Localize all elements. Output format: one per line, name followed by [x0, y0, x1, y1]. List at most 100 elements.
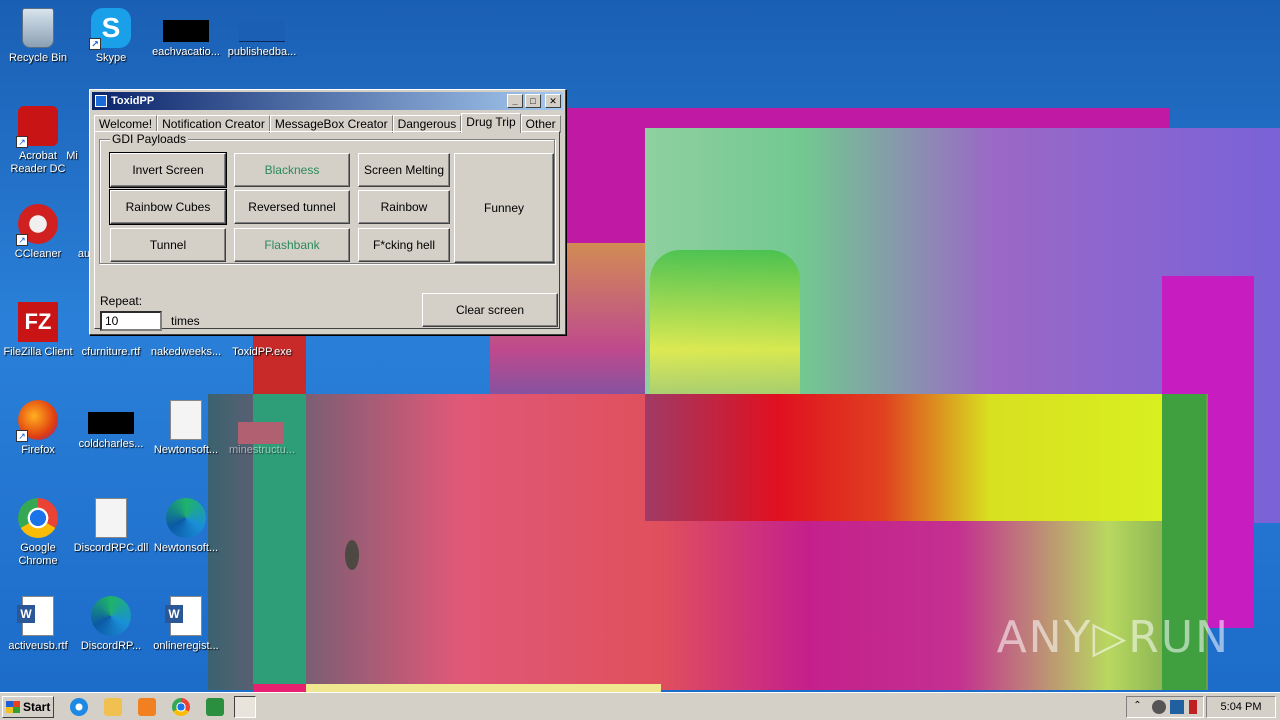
screen-melting-button[interactable]: Screen Melting	[358, 153, 450, 187]
desktop-icon-word[interactable]: onlineregist...	[148, 596, 224, 653]
wallpaper-logo-green	[650, 250, 800, 500]
tab-panel-drug-trip: GDI Payloads Invert Screen Blackness Scr…	[94, 131, 560, 331]
close-button[interactable]: ✕	[545, 94, 561, 108]
repeat-count-input[interactable]	[100, 311, 162, 331]
flag-icon[interactable]	[1188, 700, 1197, 714]
desktop-icon-label: activeusb.rtf	[8, 640, 68, 652]
gdi-payloads-group: GDI Payloads Invert Screen Blackness Scr…	[99, 132, 555, 264]
desktop-icon-label: Recycle Bin	[8, 52, 68, 64]
app-icon[interactable]	[206, 698, 224, 716]
internet-explorer-icon[interactable]	[70, 698, 88, 716]
taskbar: Start ⌃ 5:04 PM	[0, 692, 1280, 720]
group-label: GDI Payloads	[110, 132, 189, 146]
desktop-icon-label: onlineregist...	[153, 640, 219, 652]
desktop-icon-label: Skype	[95, 52, 127, 64]
edge-icon	[91, 596, 131, 636]
desktop-icon-file[interactable]: coldcharles...	[73, 400, 149, 451]
chrome-icon[interactable]	[172, 698, 190, 716]
desktop-icon-partial[interactable]: Mi	[52, 106, 92, 163]
desktop-icon-dll[interactable]: DiscordRPC.dll	[73, 498, 149, 555]
start-label: Start	[23, 700, 51, 714]
file-explorer-icon[interactable]	[104, 698, 122, 716]
shortcut-arrow-icon: ↗	[16, 430, 28, 442]
start-button[interactable]: Start	[2, 696, 54, 718]
word-document-icon	[17, 596, 54, 636]
word-document-icon	[165, 596, 202, 636]
minimize-button[interactable]: _	[507, 94, 523, 108]
skype-icon: S ↗	[89, 8, 131, 50]
rainbow-button[interactable]: Rainbow	[358, 190, 450, 224]
tab-strip: Welcome! Notification Creator MessageBox…	[94, 113, 561, 133]
repeat-label: Repeat:	[100, 294, 143, 308]
file-icon	[163, 20, 209, 42]
desktop-icon-label: DiscordRPC.dll	[73, 542, 149, 554]
desktop-icon-label: FileZilla Client	[3, 346, 73, 358]
desktop-icon-dll[interactable]: Newtonsoft...	[148, 400, 224, 457]
desktop-icon-label: nakedweeks...	[150, 346, 222, 358]
file-icon	[242, 400, 282, 440]
system-tray: ⌃	[1126, 696, 1204, 718]
desktop-icon-edge-file[interactable]: Newtonsoft...	[148, 498, 224, 555]
invert-screen-button[interactable]: Invert Screen	[109, 152, 227, 188]
tab-drug-trip[interactable]: Drug Trip	[461, 113, 521, 133]
toxidpp-window[interactable]: ToxidPP _ □ ✕ Welcome! Notification Crea…	[89, 89, 566, 335]
desktop-icon-file[interactable]: eachvacatio...	[148, 8, 224, 59]
network-icon[interactable]	[1170, 700, 1185, 714]
config-file-icon	[170, 400, 202, 440]
chevron-up-icon[interactable]: ⌃	[1133, 700, 1147, 714]
clock[interactable]: 5:04 PM	[1206, 696, 1276, 718]
glitch-block-red-yellow	[645, 394, 1175, 521]
glitch-block-pink	[1162, 276, 1254, 628]
desktop-icon-chrome[interactable]: Google Chrome	[0, 498, 76, 568]
app-icon	[95, 95, 107, 107]
desktop-icon-label: Mi	[66, 150, 78, 162]
tunnel-button[interactable]: Tunnel	[110, 228, 226, 262]
desktop-icon-skype[interactable]: S ↗ Skype	[73, 8, 149, 65]
desktop-icon-edge[interactable]: DiscordRP...	[73, 596, 149, 653]
glitch-block-green-purple	[645, 128, 1280, 523]
ccleaner-icon: ↗	[16, 204, 58, 246]
desktop-icon-label: Newtonsoft...	[153, 542, 219, 554]
shortcut-arrow-icon: ↗	[89, 38, 101, 50]
taskbar-button-toxidpp[interactable]	[234, 696, 256, 718]
flashbank-button[interactable]: Flashbank	[234, 228, 350, 262]
funney-button[interactable]: Funney	[454, 153, 554, 263]
glitch-cursor-blob	[345, 540, 359, 570]
file-icon	[52, 106, 92, 146]
fcking-hell-button[interactable]: F*cking hell	[358, 228, 450, 262]
desktop-icon-label: coldcharles...	[78, 438, 144, 450]
shortcut-arrow-icon: ↗	[16, 136, 28, 148]
desktop-icon-file[interactable]: minestructu...	[224, 400, 300, 457]
times-label: times	[171, 314, 200, 328]
desktop-icon-label: cfurniture.rtf	[81, 346, 141, 358]
clear-screen-button[interactable]: Clear screen	[422, 293, 558, 327]
desktop-icon-filezilla[interactable]: FZ FileZilla Client	[0, 302, 76, 359]
firefox-icon: ↗	[16, 400, 58, 442]
desktop-icon-label: minestructu...	[228, 444, 296, 456]
shortcut-arrow-icon: ↗	[16, 234, 28, 246]
desktop-icon-label: Google Chrome	[18, 542, 58, 567]
file-icon	[239, 20, 285, 42]
desktop-icon-label: Newtonsoft...	[153, 444, 219, 456]
blackness-button[interactable]: Blackness	[234, 153, 350, 187]
file-icon	[88, 412, 134, 434]
desktop-icon-label: publishedba...	[227, 46, 297, 58]
media-player-icon[interactable]	[138, 698, 156, 716]
desktop-icon-recycle-bin[interactable]: Recycle Bin	[0, 8, 76, 65]
chrome-icon	[18, 498, 58, 538]
desktop-icon-firefox[interactable]: ↗ Firefox	[0, 400, 76, 457]
desktop-icon-file[interactable]: publishedba...	[224, 8, 300, 59]
desktop-icon-label: Firefox	[21, 444, 55, 456]
filezilla-icon: FZ	[18, 302, 58, 342]
reversed-tunnel-button[interactable]: Reversed tunnel	[234, 190, 350, 224]
desktop-icon-label: eachvacatio...	[152, 46, 220, 58]
desktop-icon-label: ToxidPP.exe	[232, 346, 292, 358]
config-file-icon	[95, 498, 127, 538]
desktop-icon-word[interactable]: activeusb.rtf	[0, 596, 76, 653]
edge-icon	[166, 498, 206, 538]
volume-icon[interactable]	[1151, 700, 1166, 714]
maximize-button[interactable]: □	[525, 94, 541, 108]
window-titlebar[interactable]: ToxidPP _ □ ✕	[92, 92, 563, 110]
rainbow-cubes-button[interactable]: Rainbow Cubes	[109, 189, 227, 225]
desktop-icon-label: DiscordRP...	[80, 640, 142, 652]
